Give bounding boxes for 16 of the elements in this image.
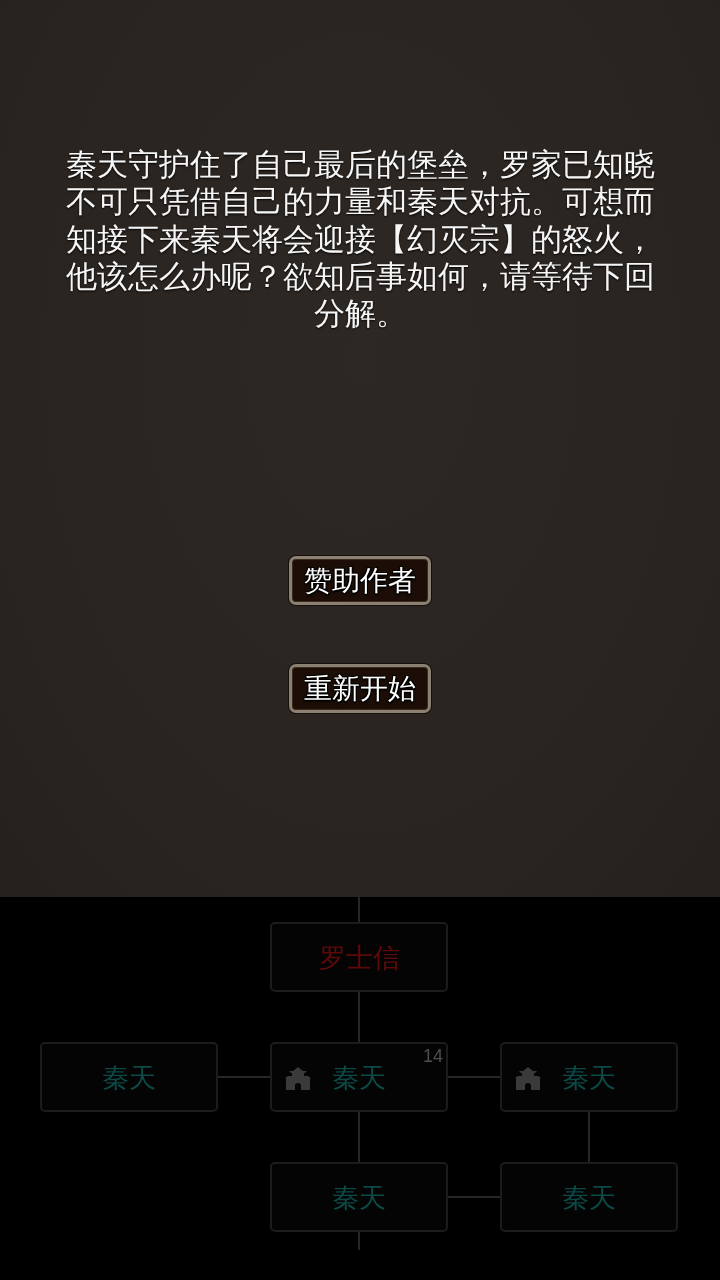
map-node[interactable]: 秦天 <box>500 1162 678 1232</box>
node-count: 14 <box>422 1047 443 1065</box>
sponsor-author-button[interactable]: 赞助作者 <box>289 556 431 606</box>
node-name: 罗士信 <box>318 943 400 971</box>
restart-button[interactable]: 重新开始 <box>289 664 431 714</box>
node-name: 秦天 <box>562 1183 616 1211</box>
story-text: 秦天守护住了自己最后的堡垒，罗家已知晓不可只凭借自己的力量和秦天对抗。可想而知接下来秦天将会迎接【幻灭宗】的怒火，他该怎么办呢？欲知后事如何，请等待下回分解。 <box>64 146 656 333</box>
node-name: 秦天 <box>332 1183 386 1211</box>
node-name: 秦天 <box>562 1063 616 1091</box>
map-node[interactable]: 秦天 <box>500 1042 678 1112</box>
map-node[interactable]: 秦天 <box>40 1042 218 1112</box>
node-name: 秦天 <box>102 1063 156 1091</box>
map-node[interactable]: 罗士信 <box>270 922 448 992</box>
node-name: 秦天 <box>332 1063 386 1091</box>
map-node[interactable]: 秦天 <box>270 1162 448 1232</box>
map-node[interactable]: 秦天 14 <box>270 1042 448 1112</box>
